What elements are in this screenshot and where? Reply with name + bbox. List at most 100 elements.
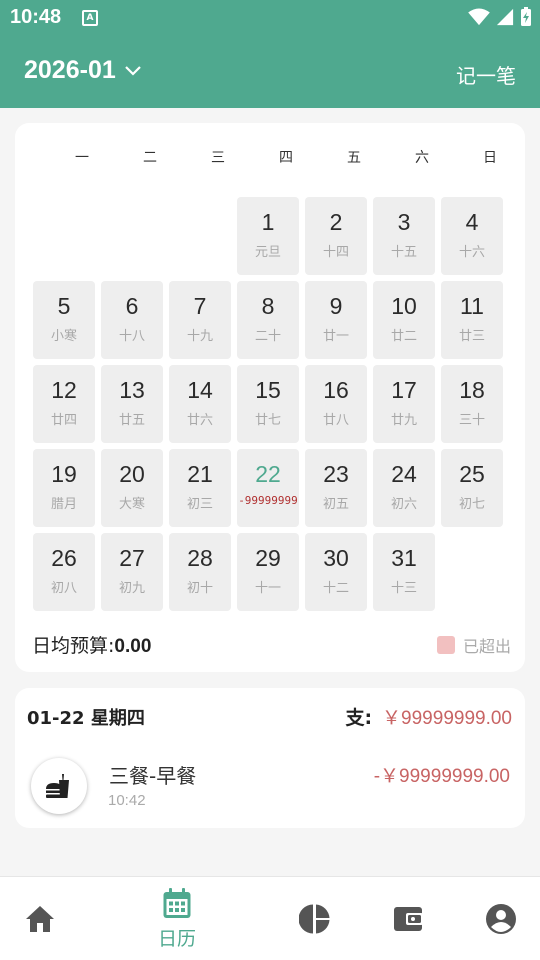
over-budget-label: 已超出 (462, 637, 511, 656)
weekday-label: 四 (279, 150, 293, 166)
lunar-label: 十六 (458, 245, 485, 260)
notification-a-icon: A (82, 10, 98, 26)
pie-chart-icon (299, 904, 330, 934)
selected-date: 01-22 星期四 (27, 708, 145, 729)
calendar-day[interactable]: 7 十九 (169, 281, 231, 359)
lunar-label: 廿五 (118, 413, 145, 428)
calendar-day[interactable]: 15 廿七 (237, 365, 299, 443)
weekday-header: 一二三四五六日 (33, 147, 509, 167)
lunar-label: 廿六 (186, 413, 213, 428)
month-label: 2026-01 (24, 56, 116, 84)
day-number: 17 (391, 377, 417, 403)
over-budget-legend: 已超出 (436, 633, 511, 657)
calendar-day[interactable]: 10 廿二 (373, 281, 435, 359)
day-number: 7 (193, 293, 207, 319)
signal-icon (496, 8, 514, 26)
lunar-label: 十八 (118, 329, 145, 344)
lunar-label: 初七 (458, 497, 485, 512)
lunar-label: 十五 (390, 245, 417, 260)
day-number: 30 (323, 545, 349, 571)
lunar-label: 廿九 (390, 413, 417, 428)
calendar-day[interactable]: 27 初九 (101, 533, 163, 611)
calendar-day[interactable]: 2 十四 (305, 197, 367, 275)
weekday-label: 六 (415, 150, 429, 166)
calendar-day[interactable]: 5 小寒 (33, 281, 95, 359)
lunar-label: 廿八 (322, 413, 349, 428)
calendar-day[interactable]: 21 初三 (169, 449, 231, 527)
calendar-day[interactable]: 19 腊月 (33, 449, 95, 527)
calendar-day[interactable]: 30 十二 (305, 533, 367, 611)
tab-calendar-label: 日历 (157, 927, 196, 950)
day-number: 20 (119, 461, 145, 487)
calendar-day[interactable]: 24 初六 (373, 449, 435, 527)
calendar-day[interactable]: 28 初十 (169, 533, 231, 611)
status-bar: 10:48 A (0, 0, 540, 36)
lunar-label: 元旦 (254, 245, 281, 260)
calendar-day[interactable]: 16 廿八 (305, 365, 367, 443)
calendar-day[interactable]: 18 三十 (441, 365, 503, 443)
day-number: 16 (323, 377, 349, 403)
app-bar: 10:48 A 2026-01 记一笔 (0, 0, 540, 108)
calendar-day[interactable]: 6 十八 (101, 281, 163, 359)
calendar-day[interactable]: 8 二十 (237, 281, 299, 359)
bottom-tab-bar: 日历 (0, 876, 540, 960)
weekday-label: 五 (347, 150, 361, 166)
tab-home[interactable] (0, 877, 80, 960)
calendar-day[interactable]: 9 廿一 (305, 281, 367, 359)
tab-statistics[interactable] (275, 877, 355, 960)
lunar-label: 十一 (254, 581, 281, 596)
day-number: 1 (261, 209, 275, 235)
day-number: 19 (51, 461, 77, 487)
wifi-icon (468, 8, 490, 26)
lunar-label: 廿一 (322, 329, 349, 344)
daily-budget: 日均预算:0.00 (32, 631, 151, 658)
home-icon (26, 906, 54, 932)
lunar-label: 初六 (390, 497, 417, 512)
over-budget-swatch (436, 636, 455, 654)
day-number: 22 (255, 461, 281, 487)
calendar-day[interactable]: 23 初五 (305, 449, 367, 527)
day-number: 12 (51, 377, 77, 403)
status-time: 10:48 (10, 6, 62, 28)
lunar-label: 初八 (50, 581, 77, 596)
calendar-day[interactable]: 25 初七 (441, 449, 503, 527)
calendar-card: 一二三四五六日 1 元旦 2 十四 3 十五 4 十六 5 小寒 6 十八 7 十九 8 二十 9 廿一 10 廿二 1… (15, 123, 525, 672)
calendar-day[interactable]: 26 初八 (33, 533, 95, 611)
day-number: 5 (57, 293, 71, 319)
weekday-label: 一 (75, 150, 89, 166)
day-number: 21 (187, 461, 213, 487)
calendar-day[interactable]: 4 十六 (441, 197, 503, 275)
month-selector[interactable]: 2026-01 (24, 56, 142, 85)
weekday-label: 日 (483, 150, 497, 166)
tab-calendar[interactable]: 日历 (137, 877, 217, 960)
day-number: 4 (465, 209, 479, 235)
lunar-label: 十三 (390, 581, 417, 596)
day-number: 9 (329, 293, 343, 319)
day-number: 6 (125, 293, 139, 319)
calendar-day[interactable]: 29 十一 (237, 533, 299, 611)
wallet-icon (394, 907, 423, 931)
lunar-label: 廿七 (254, 413, 281, 428)
lunar-label: 大寒 (118, 497, 145, 512)
transaction-title: 三餐-早餐 (109, 764, 197, 788)
lunar-label: 廿三 (458, 329, 485, 344)
calendar-day[interactable]: 20 大寒 (101, 449, 163, 527)
tab-account[interactable] (461, 877, 540, 960)
chevron-down-icon (124, 65, 141, 76)
calendar-day[interactable]: 31 十三 (373, 533, 435, 611)
calendar-day[interactable]: 3 十五 (373, 197, 435, 275)
calendar-day[interactable]: 17 廿九 (373, 365, 435, 443)
tab-wallet[interactable] (368, 877, 448, 960)
calendar-day[interactable]: 11 廿三 (441, 281, 503, 359)
lunar-label: 十四 (322, 245, 349, 260)
day-number: 29 (255, 545, 281, 571)
lunar-label: 初十 (186, 581, 213, 596)
day-number: 11 (460, 293, 484, 319)
calendar-day-today[interactable]: 22 -99999999 (237, 449, 299, 527)
calendar-day[interactable]: 14 廿六 (169, 365, 231, 443)
record-button[interactable]: 记一笔 (456, 60, 516, 89)
calendar-day[interactable]: 1 元旦 (237, 197, 299, 275)
day-number: 2 (329, 209, 343, 235)
calendar-day[interactable]: 13 廿五 (101, 365, 163, 443)
calendar-day[interactable]: 12 廿四 (33, 365, 95, 443)
